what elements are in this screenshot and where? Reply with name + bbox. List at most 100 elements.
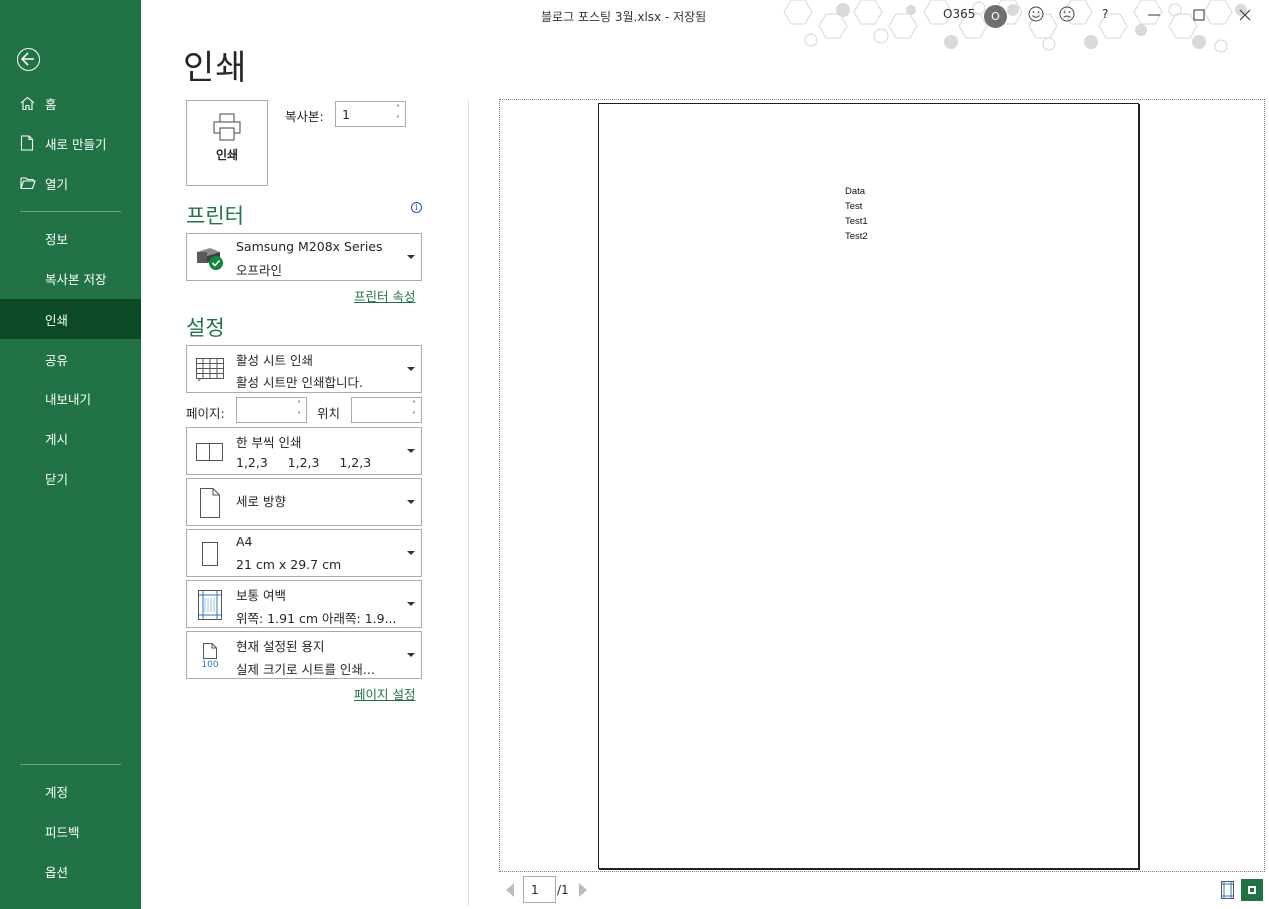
nav-open[interactable]: 열기 [0, 163, 141, 203]
previous-page-icon[interactable] [506, 883, 514, 897]
nav-home-label: 홈 [45, 96, 57, 112]
orientation-title: 세로 방향 [236, 494, 286, 509]
printer-ready-icon [191, 239, 229, 277]
title-bar: 블로그 포스팅 3월.xlsx - 저장됨 O365 O ? [141, 0, 1269, 53]
nav-options[interactable]: 옵션 [0, 851, 141, 891]
collate-title: 한 부씩 인쇄 [236, 435, 302, 450]
show-margins-icon[interactable] [1218, 879, 1238, 901]
preview-cell: Test [845, 201, 863, 212]
next-page-icon[interactable] [579, 883, 587, 897]
maximize-icon[interactable] [1189, 5, 1209, 25]
nav-close-label: 닫기 [45, 471, 69, 487]
avatar[interactable]: O [984, 5, 1007, 28]
stepper-arrows-icon[interactable]: ˄ ˅ [409, 399, 419, 421]
smile-feedback-icon[interactable] [1027, 5, 1047, 25]
print-what-select[interactable]: 활성 시트 인쇄 활성 시트만 인쇄합니다. [186, 345, 422, 393]
pages-to-input[interactable]: ˄ ˅ [351, 397, 422, 423]
portrait-page-icon [191, 484, 229, 522]
print-button[interactable]: 인쇄 [186, 100, 268, 186]
nav-export[interactable]: 내보내기 [0, 378, 141, 418]
nav-info-label: 정보 [45, 231, 69, 247]
new-document-icon [20, 135, 40, 151]
margins-select[interactable]: 보통 여백 위쪽: 1.91 cm 아래쪽: 1.9... [186, 580, 422, 628]
nav-options-label: 옵션 [45, 864, 69, 880]
back-button[interactable] [17, 48, 40, 71]
nav-new-label: 새로 만들기 [45, 136, 107, 152]
info-icon[interactable]: i [411, 202, 422, 213]
nav-feedback[interactable]: 피드백 [0, 811, 141, 851]
scaling-100-icon: 100 [191, 637, 229, 675]
printer-icon [213, 113, 241, 141]
scaling-100-text: 100 [201, 660, 219, 670]
frown-feedback-icon[interactable] [1058, 5, 1078, 25]
stepper-arrows-icon[interactable]: ˄ ˅ [393, 103, 403, 125]
nav-home[interactable]: 홈 [0, 83, 141, 123]
margins-icon [191, 586, 229, 624]
pages-from-input[interactable]: ˄ ˅ [236, 397, 307, 423]
paper-size-icon [191, 535, 229, 573]
back-arrow-icon [21, 52, 34, 66]
nav-divider [20, 211, 121, 212]
copies-stepper[interactable]: 1 ˄ ˅ [335, 101, 406, 127]
scaling-select[interactable]: 100 현재 설정된 용지 실제 크기로 시트를 인쇄... [186, 631, 422, 679]
printer-select[interactable]: Samsung M208x Series 오프라인 [186, 233, 422, 281]
chevron-down-icon [407, 449, 415, 453]
minimize-icon[interactable] [1144, 5, 1164, 25]
nav-feedback-label: 피드백 [45, 824, 80, 840]
nav-publish-label: 게시 [45, 431, 69, 447]
nav-account-label: 계정 [45, 784, 69, 800]
chevron-down-icon [407, 255, 415, 259]
zoom-to-page-icon[interactable] [1241, 879, 1263, 901]
preview-page: Data Test Test1 Test2 [598, 103, 1139, 869]
chevron-down-icon [407, 500, 415, 504]
nav-save-copy-label: 복사본 저장 [45, 271, 107, 287]
account-label[interactable]: O365 [943, 7, 975, 21]
print-what-title: 활성 시트 인쇄 [236, 353, 313, 368]
copies-value: 1 [342, 107, 350, 122]
nav-new[interactable]: 새로 만들기 [0, 123, 141, 163]
preview-cell: Test2 [845, 231, 868, 242]
page-setup-link[interactable]: 페이지 설정 [354, 684, 415, 703]
collate-select[interactable]: 한 부씩 인쇄 1,2,3 1,2,3 1,2,3 [186, 427, 422, 475]
nav-open-label: 열기 [45, 176, 69, 192]
nav-print[interactable]: 인쇄 [0, 299, 141, 339]
stepper-arrows-icon[interactable]: ˄ ˅ [294, 399, 304, 421]
page-number-input[interactable]: 1 [523, 876, 556, 903]
printer-status: 오프라인 [236, 263, 283, 278]
nav-publish[interactable]: 게시 [0, 418, 141, 458]
collate-desc: 1,2,3 1,2,3 1,2,3 [236, 455, 372, 470]
preview-cells: Data Test Test1 Test2 [845, 184, 868, 244]
nav-divider [20, 764, 121, 765]
copies-label: 복사본: [285, 109, 324, 124]
panel-divider [468, 100, 469, 906]
printer-properties-link[interactable]: 프린터 속성 [354, 286, 415, 305]
window-title: 블로그 포스팅 3월.xlsx - 저장됨 [541, 10, 707, 24]
print-button-label: 인쇄 [215, 148, 239, 162]
settings-section-title: 설정 [186, 316, 225, 340]
margins-title: 보통 여백 [236, 588, 286, 603]
paper-size-select[interactable]: A4 21 cm x 29.7 cm [186, 529, 422, 577]
nav-print-label: 인쇄 [45, 312, 69, 328]
home-icon [20, 96, 40, 111]
open-folder-icon [20, 176, 40, 190]
orientation-select[interactable]: 세로 방향 [186, 478, 422, 526]
paper-size-title: A4 [236, 534, 253, 549]
nav-share[interactable]: 공유 [0, 339, 141, 379]
nav-close[interactable]: 닫기 [0, 458, 141, 498]
collate-icon [191, 433, 229, 471]
chevron-down-icon [407, 653, 415, 657]
nav-save-copy[interactable]: 복사본 저장 [0, 258, 141, 298]
chevron-down-icon [407, 602, 415, 606]
nav-info[interactable]: 정보 [0, 218, 141, 258]
printer-section-title: 프린터 [186, 204, 244, 228]
backstage-nav: 홈 새로 만들기 열기 정보 복사본 저장 인쇄 공유 내보내기 게시 닫기 계… [0, 0, 141, 909]
pages-label: 페이지: [186, 406, 225, 421]
sheet-grid-icon [191, 351, 229, 389]
close-icon[interactable] [1235, 5, 1255, 25]
printer-name: Samsung M208x Series [236, 239, 383, 254]
help-button[interactable]: ? [1102, 7, 1108, 21]
scaling-title: 현재 설정된 용지 [236, 639, 325, 654]
chevron-down-icon [407, 367, 415, 371]
nav-account[interactable]: 계정 [0, 771, 141, 811]
nav-export-label: 내보내기 [45, 391, 92, 407]
